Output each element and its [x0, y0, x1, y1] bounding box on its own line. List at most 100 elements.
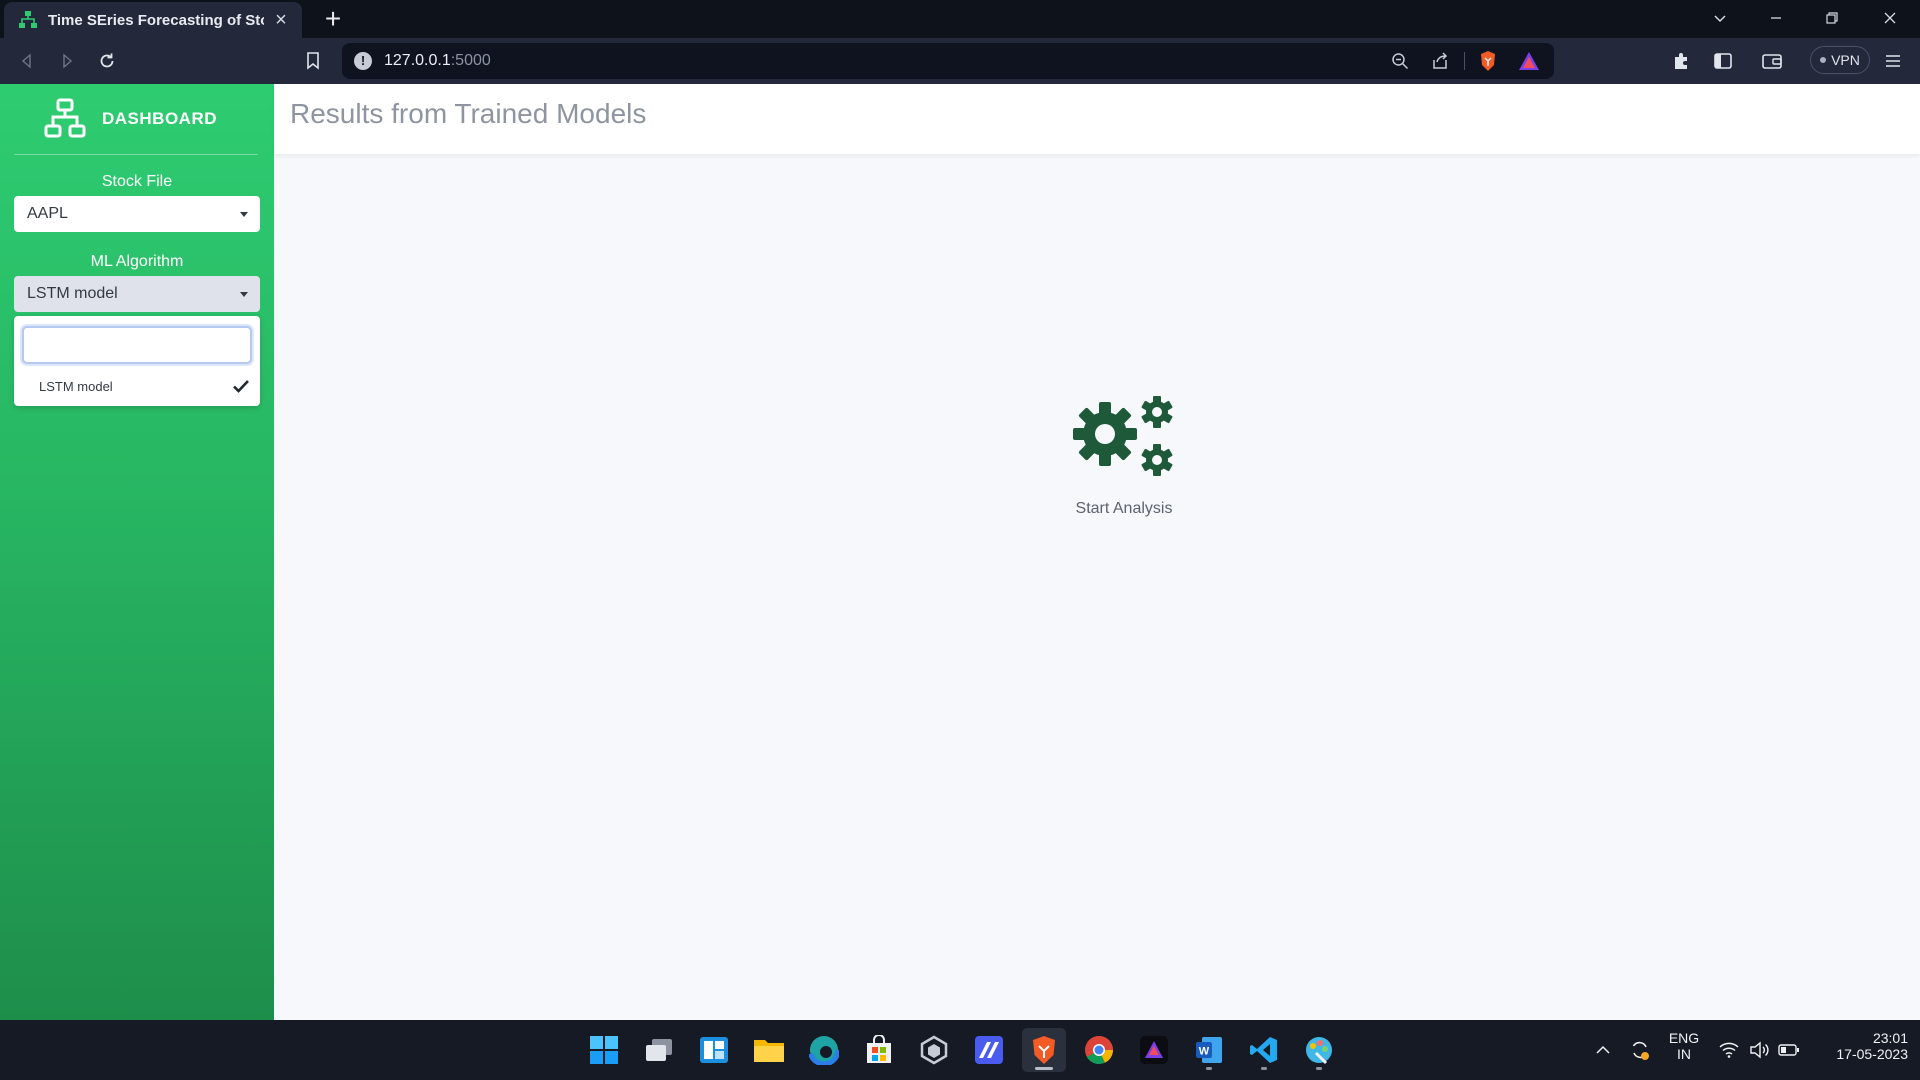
brand[interactable]: DASHBOARD	[0, 84, 274, 154]
tab-close-icon[interactable]: ×	[270, 9, 292, 32]
main-content: Results from Trained Models Start Analys…	[274, 84, 1920, 1020]
paint-button[interactable]	[1297, 1028, 1341, 1072]
volume-icon	[1750, 1041, 1769, 1059]
brand-title: DASHBOARD	[102, 109, 217, 128]
app-icon	[975, 1036, 1003, 1064]
start-button[interactable]	[582, 1028, 626, 1072]
reload-icon[interactable]	[92, 46, 122, 76]
wifi-icon	[1719, 1042, 1739, 1058]
dropdown-option-label: LSTM model	[39, 378, 113, 394]
battery-button[interactable]	[1774, 1028, 1804, 1072]
brave-icon	[1033, 1036, 1055, 1064]
affinity-icon	[1140, 1036, 1168, 1064]
checkmark-icon	[233, 380, 249, 393]
clock-date: 17-05-2023	[1836, 1046, 1908, 1062]
back-icon[interactable]	[12, 46, 42, 76]
edge-icon	[809, 1035, 839, 1065]
sync-icon	[1632, 1041, 1649, 1060]
page-header: Results from Trained Models	[274, 84, 1920, 154]
stock-file-label: Stock File	[101, 173, 173, 190]
empty-state: Start Analysis	[1024, 394, 1224, 518]
vscode-button[interactable]	[1242, 1028, 1286, 1072]
running-indicator	[1206, 1067, 1212, 1070]
zoom-icon[interactable]	[1385, 46, 1415, 76]
start-analysis-label: Start Analysis	[1075, 500, 1173, 517]
language-top: ENG	[1668, 1030, 1700, 1046]
ml-algorithm-label: ML Algorithm	[90, 253, 184, 270]
chrome-icon	[1085, 1036, 1113, 1064]
show-hidden-icons-button[interactable]	[1588, 1028, 1618, 1072]
active-indicator	[1035, 1067, 1053, 1070]
store-icon	[867, 1035, 891, 1063]
clock[interactable]: 23:01 17-05-2023	[1808, 1030, 1908, 1062]
store-button[interactable]	[857, 1028, 901, 1072]
windows-logo-icon	[590, 1036, 618, 1064]
brave-rewards-icon[interactable]	[1514, 46, 1544, 76]
language-indicator[interactable]: ENG IN	[1664, 1030, 1704, 1062]
affinity-button[interactable]	[1132, 1028, 1176, 1072]
stock-file-select[interactable]: AAPL	[14, 196, 260, 232]
task-view-icon	[646, 1039, 672, 1061]
tab-title: Time SEries Forecasting of Stock F	[48, 11, 264, 29]
sidebar: DASHBOARD Stock File AAPL ML Algorithm L…	[0, 84, 274, 1020]
unity-hub-button[interactable]	[912, 1028, 956, 1072]
url-divider	[1464, 52, 1465, 70]
wallet-icon[interactable]	[1757, 46, 1787, 76]
new-tab-button[interactable]: +	[318, 4, 348, 34]
sidebar-divider	[14, 154, 258, 155]
site-info-icon[interactable]: !	[354, 52, 372, 70]
sidebar-toggle-icon[interactable]	[1708, 46, 1738, 76]
taskbar: W ENG IN 23:01 17-05-2023	[0, 1020, 1920, 1080]
minimize-button[interactable]	[1756, 4, 1796, 34]
widgets-button[interactable]	[692, 1028, 736, 1072]
cube-icon	[920, 1035, 948, 1065]
sitemap-icon	[44, 98, 86, 138]
address-bar[interactable]: ! 127.0.0.1:5000	[342, 43, 1554, 79]
sync-status-button[interactable]	[1624, 1028, 1656, 1072]
language-bottom: IN	[1677, 1046, 1691, 1062]
volume-button[interactable]	[1744, 1028, 1774, 1072]
gears-icon	[1073, 396, 1173, 476]
app-button[interactable]	[967, 1028, 1011, 1072]
edge-button[interactable]	[802, 1028, 846, 1072]
brave-button[interactable]	[1022, 1028, 1066, 1072]
bookmark-icon[interactable]	[298, 46, 328, 76]
palette-icon	[1306, 1037, 1332, 1065]
ml-algorithm-dropdown: LSTM model	[14, 316, 260, 406]
battery-icon	[1778, 1044, 1799, 1056]
caret-down-icon	[240, 212, 248, 217]
ml-algorithm-select[interactable]: LSTM model	[14, 276, 260, 312]
dropdown-option[interactable]: LSTM model	[14, 372, 260, 400]
close-window-button[interactable]	[1870, 4, 1910, 34]
vpn-button[interactable]: VPN	[1810, 46, 1870, 74]
brave-shields-icon[interactable]	[1473, 46, 1503, 76]
url-text: 127.0.0.1:5000	[384, 52, 491, 70]
chrome-button[interactable]	[1077, 1028, 1121, 1072]
sitemap-icon	[19, 11, 37, 28]
folder-icon	[754, 1040, 784, 1062]
browser-tab[interactable]: Time SEries Forecasting of Stock F ×	[4, 2, 302, 38]
share-icon[interactable]	[1425, 46, 1455, 76]
wifi-button[interactable]	[1714, 1028, 1744, 1072]
page-title: Results from Trained Models	[290, 98, 647, 129]
browser-tab-strip: Time SEries Forecasting of Stock F × +	[0, 0, 1920, 38]
dropdown-search-input[interactable]	[22, 326, 252, 364]
forward-icon[interactable]	[52, 46, 82, 76]
clock-time: 23:01	[1872, 1030, 1908, 1046]
extensions-icon[interactable]	[1666, 46, 1696, 76]
restore-button[interactable]	[1812, 4, 1852, 34]
chevron-up-icon	[1596, 1045, 1610, 1054]
file-explorer-button[interactable]	[747, 1028, 791, 1072]
tab-list-chevron-icon[interactable]	[1700, 4, 1740, 34]
word-icon: W	[1196, 1037, 1222, 1063]
widgets-icon	[700, 1037, 728, 1063]
svg-text:W: W	[1199, 1046, 1210, 1058]
menu-icon[interactable]	[1878, 46, 1908, 76]
word-button[interactable]: W	[1187, 1028, 1231, 1072]
task-view-button[interactable]	[637, 1028, 681, 1072]
vpn-status-dot	[1820, 57, 1827, 63]
url-host: 127.0.0.1	[384, 52, 451, 69]
stock-file-value: AAPL	[27, 205, 68, 222]
vpn-label: VPN	[1831, 52, 1860, 68]
browser-toolbar: ! 127.0.0.1:5000 VPN	[0, 38, 1920, 84]
